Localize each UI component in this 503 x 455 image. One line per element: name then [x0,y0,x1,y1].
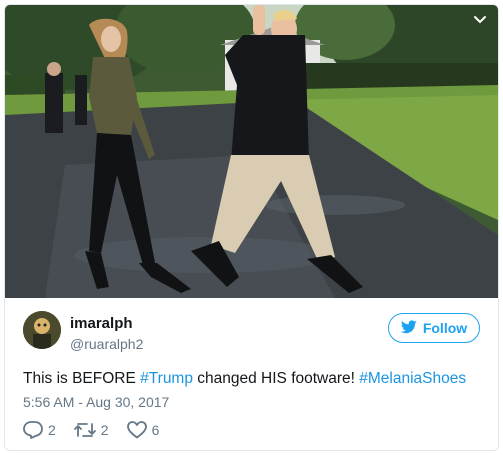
twitter-bird-icon [400,319,417,337]
tweet-text-part: This is BEFORE [23,370,141,387]
display-name[interactable]: imaralph [70,315,133,332]
avatar[interactable] [23,311,61,349]
tweet-text: This is BEFORE #Trump changed HIS footwa… [23,370,466,388]
follow-label: Follow [422,320,468,336]
heart-icon [126,421,147,439]
retweet-icon [73,422,96,438]
chevron-down-icon[interactable] [472,11,488,27]
like-count: 6 [151,422,160,438]
like-button[interactable]: 6 [126,421,160,439]
retweet-count: 2 [100,422,109,438]
reply-count: 2 [48,422,56,438]
hashtag-link[interactable]: #MelaniaShoes [359,370,466,387]
tweet-timestamp[interactable]: 5:56 AM - Aug 30, 2017 [23,394,169,410]
photo-scene [5,5,498,298]
user-handle[interactable]: @ruaralph2 [70,336,143,352]
tweet-actions: 2 2 6 [23,421,159,439]
reply-icon [23,421,43,439]
retweet-button[interactable]: 2 [73,422,109,438]
tweet-card: imaralph @ruaralph2 Follow This is BEFOR… [4,4,499,451]
tweet-photo[interactable] [5,5,498,298]
follow-button[interactable]: Follow [388,313,480,343]
tweet-text-part: changed HIS footware! [192,370,360,387]
hashtag-link[interactable]: #Trump [140,370,193,387]
reply-button[interactable]: 2 [23,421,56,439]
